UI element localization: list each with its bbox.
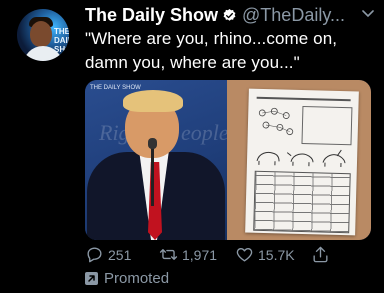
assessment-paper — [245, 88, 359, 236]
paper-circles-diagram — [258, 107, 294, 136]
avatar-logo-line-1: THE — [54, 27, 69, 36]
author-handle[interactable]: @TheDaily... — [242, 5, 345, 26]
share-button[interactable] — [311, 245, 334, 264]
avatar-logo: THE DAILY SHOW — [54, 27, 69, 54]
tweet-header: The Daily Show @TheDaily... — [85, 3, 374, 27]
retweet-icon — [159, 249, 178, 260]
media-photo-right — [227, 80, 371, 240]
microphone-icon — [148, 138, 157, 206]
paper-answer-grid — [253, 170, 351, 234]
tweet-actions: 251 1,971 15.7K — [85, 245, 375, 267]
reply-icon — [87, 247, 102, 263]
avatar-face — [30, 21, 52, 47]
promoted-indicator: Promoted — [85, 270, 169, 287]
media-photo-left: ury Rig eople THE DAILY SHOW — [85, 80, 229, 240]
like-icon — [236, 247, 253, 262]
chevron-down-icon[interactable] — [362, 9, 374, 19]
promoted-label: Promoted — [104, 270, 170, 287]
paper-title-line — [256, 96, 351, 102]
reply-count: 251 — [108, 246, 132, 263]
reply-button[interactable]: 251 — [85, 245, 131, 264]
avatar-logo-line-3: SHOW — [54, 45, 69, 54]
like-button[interactable]: 15.7K — [235, 245, 295, 264]
avatar-logo-line-2: DAILY — [54, 36, 69, 45]
author-name[interactable]: The Daily Show — [85, 5, 218, 26]
share-icon — [313, 246, 328, 263]
tweet-media[interactable]: ury Rig eople THE DAILY SHOW — [85, 80, 371, 240]
media-watermark: THE DAILY SHOW — [90, 85, 141, 91]
retweet-button[interactable]: 1,971 — [159, 245, 217, 264]
background-text: eople — [181, 120, 229, 145]
paper-drawing-box — [301, 105, 353, 146]
promoted-icon — [85, 272, 98, 285]
verified-icon — [222, 8, 237, 23]
tweet-text: "Where are you, rhino...come on, damn yo… — [85, 29, 338, 72]
paper-animal-drawings — [256, 149, 346, 168]
like-count: 15.7K — [258, 246, 295, 263]
author-avatar[interactable]: THE DAILY SHOW — [17, 9, 69, 61]
hair-shape — [123, 90, 183, 112]
retweet-count: 1,971 — [182, 246, 218, 263]
